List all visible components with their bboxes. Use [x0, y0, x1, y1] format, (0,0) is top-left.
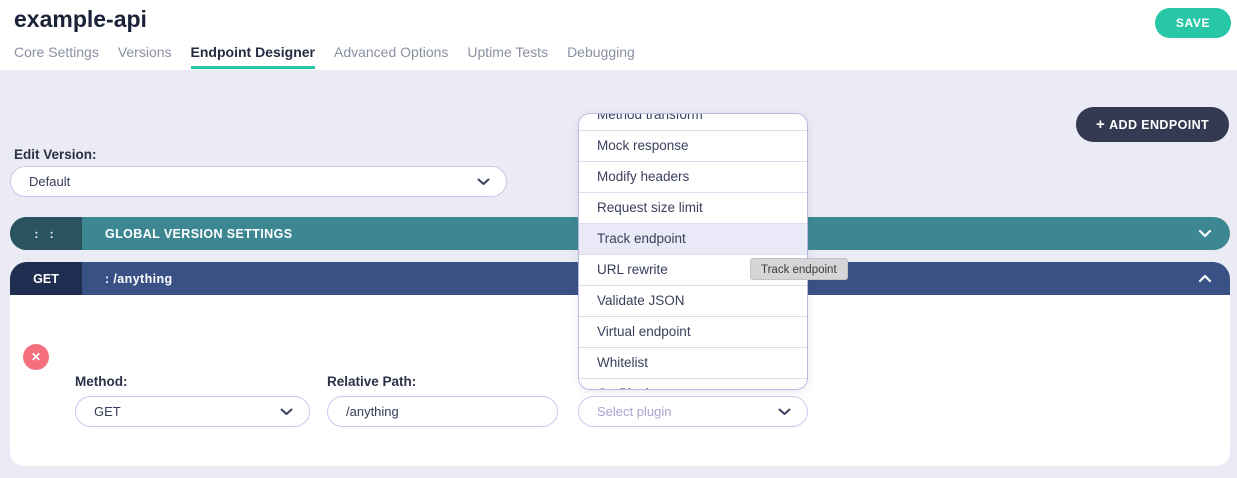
- plugin-option-mock-response[interactable]: Mock response: [579, 131, 807, 162]
- tab-debugging[interactable]: Debugging: [567, 44, 635, 69]
- tab-versions[interactable]: Versions: [118, 44, 172, 69]
- method-label: Method:: [75, 374, 127, 389]
- plugin-option-go-plugin[interactable]: Go Plugin: [579, 379, 807, 390]
- add-endpoint-label: ADD ENDPOINT: [1109, 118, 1209, 132]
- chevron-down-icon: [477, 178, 490, 186]
- drag-handle-icon[interactable]: : :: [10, 217, 82, 250]
- plugin-option-track-endpoint[interactable]: Track endpoint: [579, 224, 807, 255]
- plugin-option-method-transform[interactable]: Method transform: [579, 113, 807, 131]
- chevron-down-icon: [280, 408, 293, 416]
- plugin-dropdown-menu: Method transform Mock response Modify he…: [578, 113, 808, 390]
- edit-version-label: Edit Version:: [14, 147, 97, 162]
- page-title: example-api: [14, 6, 147, 33]
- chevron-down-icon: [778, 408, 791, 416]
- plugin-option-virtual-endpoint[interactable]: Virtual endpoint: [579, 317, 807, 348]
- add-endpoint-button[interactable]: + ADD ENDPOINT: [1076, 107, 1229, 142]
- tab-endpoint-designer[interactable]: Endpoint Designer: [191, 44, 315, 69]
- plugin-option-request-size-limit[interactable]: Request size limit: [579, 193, 807, 224]
- main-content: +ADD ENDPOINT Edit Version: Default : : …: [0, 70, 1237, 478]
- plus-icon: +: [1096, 116, 1105, 133]
- version-select[interactable]: Default: [10, 166, 507, 197]
- tab-bar: Core Settings Versions Endpoint Designer…: [14, 44, 635, 69]
- version-select-value: Default: [29, 174, 477, 189]
- plugin-dropdown-list: Method transform Mock response Modify he…: [579, 113, 807, 390]
- plugin-select-placeholder: Select plugin: [597, 404, 778, 419]
- tab-uptime-tests[interactable]: Uptime Tests: [467, 44, 548, 69]
- track-endpoint-tooltip: Track endpoint: [750, 258, 848, 280]
- delete-endpoint-button[interactable]: ✕: [23, 344, 49, 370]
- save-button[interactable]: SAVE: [1155, 8, 1231, 38]
- chevron-up-icon[interactable]: [1198, 274, 1212, 283]
- drag-handle-glyph: : :: [34, 227, 57, 241]
- plugin-option-modify-headers[interactable]: Modify headers: [579, 162, 807, 193]
- close-icon: ✕: [31, 350, 41, 364]
- plugin-option-validate-json[interactable]: Validate JSON: [579, 286, 807, 317]
- plugin-option-whitelist[interactable]: Whitelist: [579, 348, 807, 379]
- endpoint-method-badge: GET: [10, 262, 82, 295]
- relative-path-label: Relative Path:: [327, 374, 416, 389]
- method-select[interactable]: GET: [75, 396, 310, 427]
- method-select-value: GET: [94, 404, 280, 419]
- plugin-select[interactable]: Select plugin: [578, 396, 808, 427]
- chevron-down-icon[interactable]: [1198, 229, 1212, 238]
- tab-advanced-options[interactable]: Advanced Options: [334, 44, 448, 69]
- header: example-api SAVE Core Settings Versions …: [0, 0, 1237, 70]
- tab-core-settings[interactable]: Core Settings: [14, 44, 99, 69]
- relative-path-input[interactable]: [327, 396, 558, 427]
